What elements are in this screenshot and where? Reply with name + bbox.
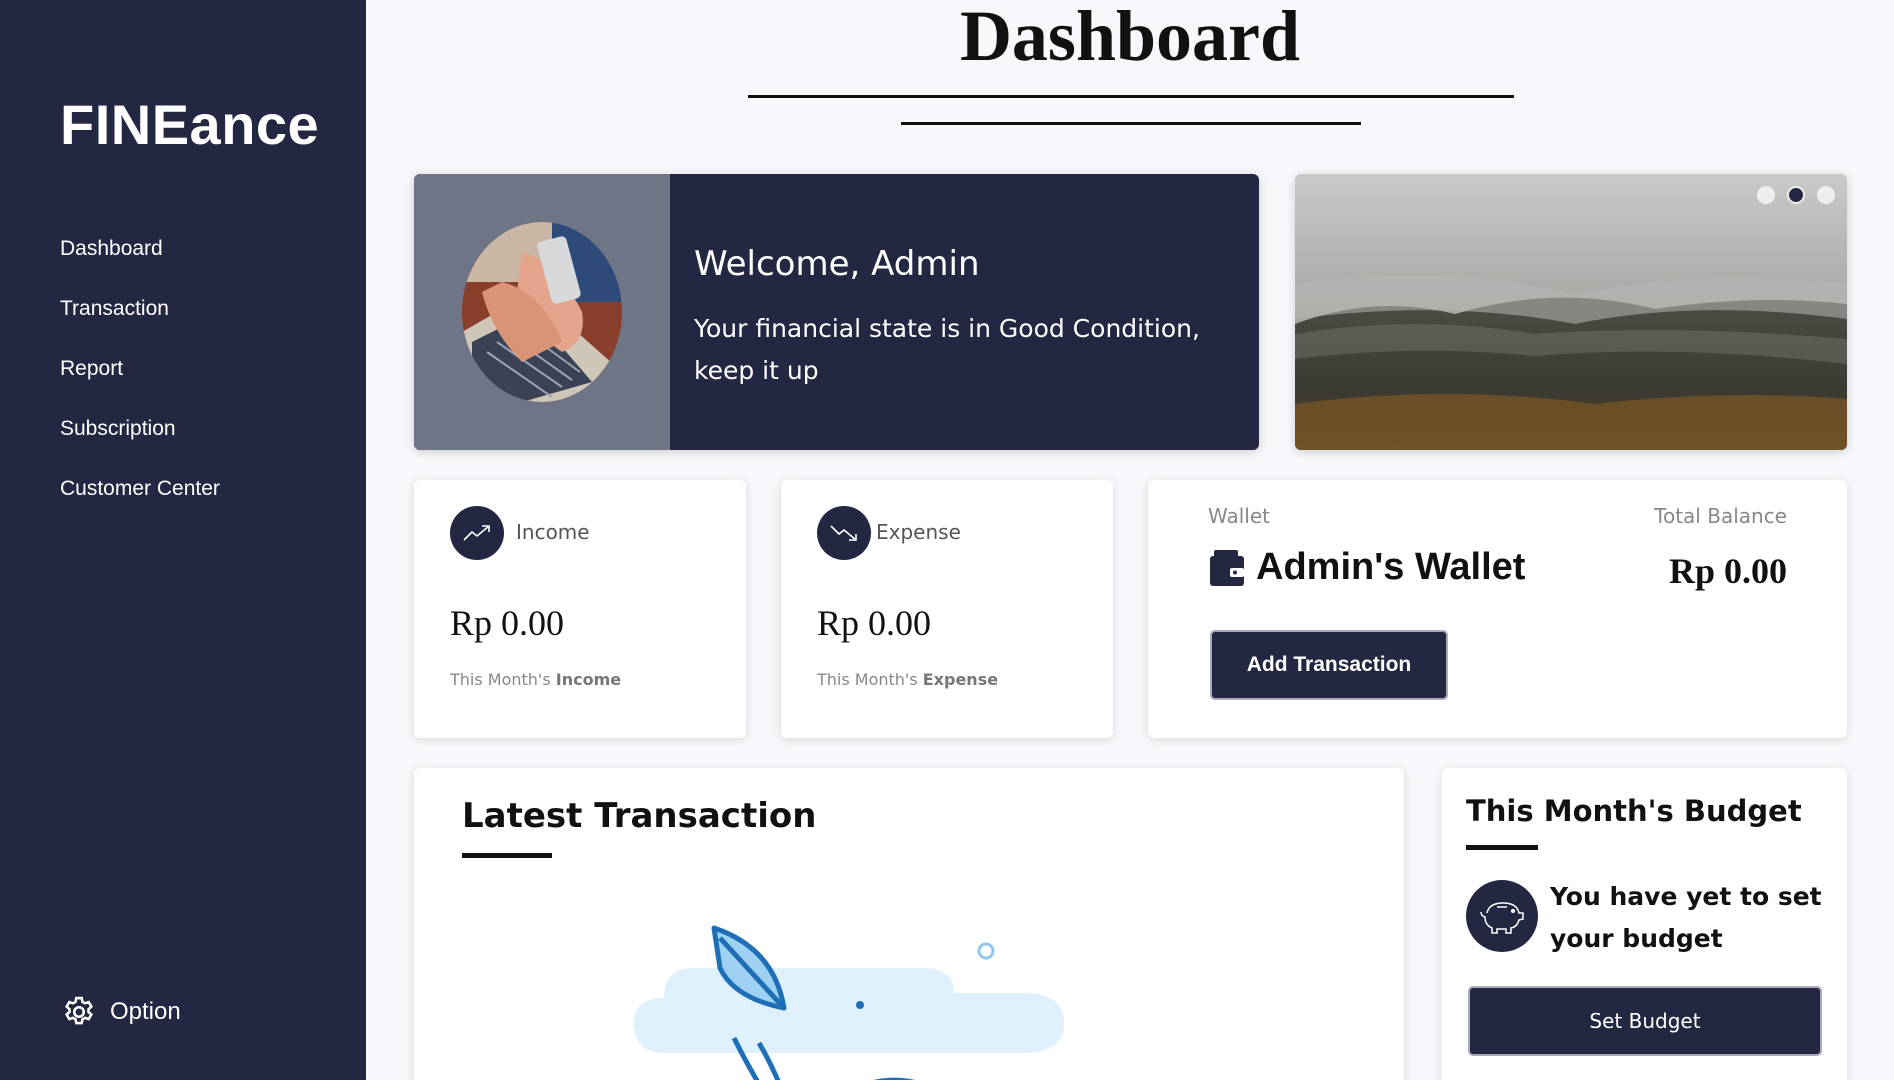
total-balance-label: Total Balance [1654,504,1787,528]
welcome-title: Welcome, Admin [694,244,980,284]
latest-transaction-title: Latest Transaction [462,796,817,836]
expense-value: Rp 0.00 [817,603,932,643]
sidebar-nav: Dashboard Transaction Report Subscriptio… [60,234,220,534]
page-title: Dashboard [959,0,1301,76]
add-transaction-button[interactable]: Add Transaction [1210,630,1448,700]
brand-logo: FINEance [60,93,320,156]
latest-transaction-card: Latest Transaction [414,768,1404,1080]
piggy-bank-icon [1466,880,1538,952]
carousel-dot-1[interactable] [1757,186,1775,204]
sidebar-item-customer-center[interactable]: Customer Center [60,474,220,534]
section-underline [462,853,552,858]
title-divider-short [901,122,1361,125]
set-budget-button[interactable]: Set Budget [1468,986,1822,1056]
wallet-name-text: Admin's Wallet [1256,546,1526,588]
trend-down-icon [817,506,871,560]
option-button[interactable]: Option [60,993,181,1031]
budget-title: This Month's Budget [1466,794,1802,828]
sidebar-item-report[interactable]: Report [60,354,220,414]
landscape-image [1295,174,1847,450]
welcome-card: Welcome, Admin Your financial state is i… [414,174,1259,450]
title-divider [748,95,1514,98]
expense-card: Expense Rp 0.00 This Month's Expense [781,480,1113,738]
expense-caption: This Month's Expense [817,670,999,689]
welcome-message: Your financial state is in Good Conditio… [694,314,1200,385]
income-card: Income Rp 0.00 This Month's Income [414,480,746,738]
gear-icon [65,996,93,1025]
option-label: Option [110,998,181,1025]
main-content: Dashboard Welcome, Admin Your financial … [366,0,1894,1080]
carousel-dot-3[interactable] [1817,186,1835,204]
expense-label: Expense [876,520,961,544]
income-caption: This Month's Income [450,670,622,689]
sidebar-item-subscription[interactable]: Subscription [60,414,220,474]
sidebar: FINEance Dashboard Transaction Report Su… [0,0,366,1080]
wallet-name: Admin's Wallet [1208,546,1525,589]
trend-up-icon [450,506,504,560]
sidebar-item-dashboard[interactable]: Dashboard [60,234,220,294]
wallet-card: Wallet Total Balance Admin's Wallet Rp 0… [1148,480,1847,738]
section-underline [1466,845,1538,850]
wallet-label: Wallet [1208,504,1271,528]
empty-state-illustration [634,925,1064,1080]
sidebar-item-transaction[interactable]: Transaction [60,294,220,354]
total-balance-value: Rp 0.00 [1668,551,1787,591]
wallet-icon [1210,549,1244,586]
welcome-photo-panel [414,174,670,450]
avatar [462,222,622,402]
carousel-indicators [1757,186,1835,204]
budget-card: This Month's Budget You have yet to set … [1442,768,1847,1080]
image-carousel[interactable] [1295,174,1847,450]
income-label: Income [516,520,590,544]
income-value: Rp 0.00 [450,603,565,643]
carousel-dot-2[interactable] [1787,186,1805,204]
budget-message: You have yet to set your budget [1550,882,1822,953]
